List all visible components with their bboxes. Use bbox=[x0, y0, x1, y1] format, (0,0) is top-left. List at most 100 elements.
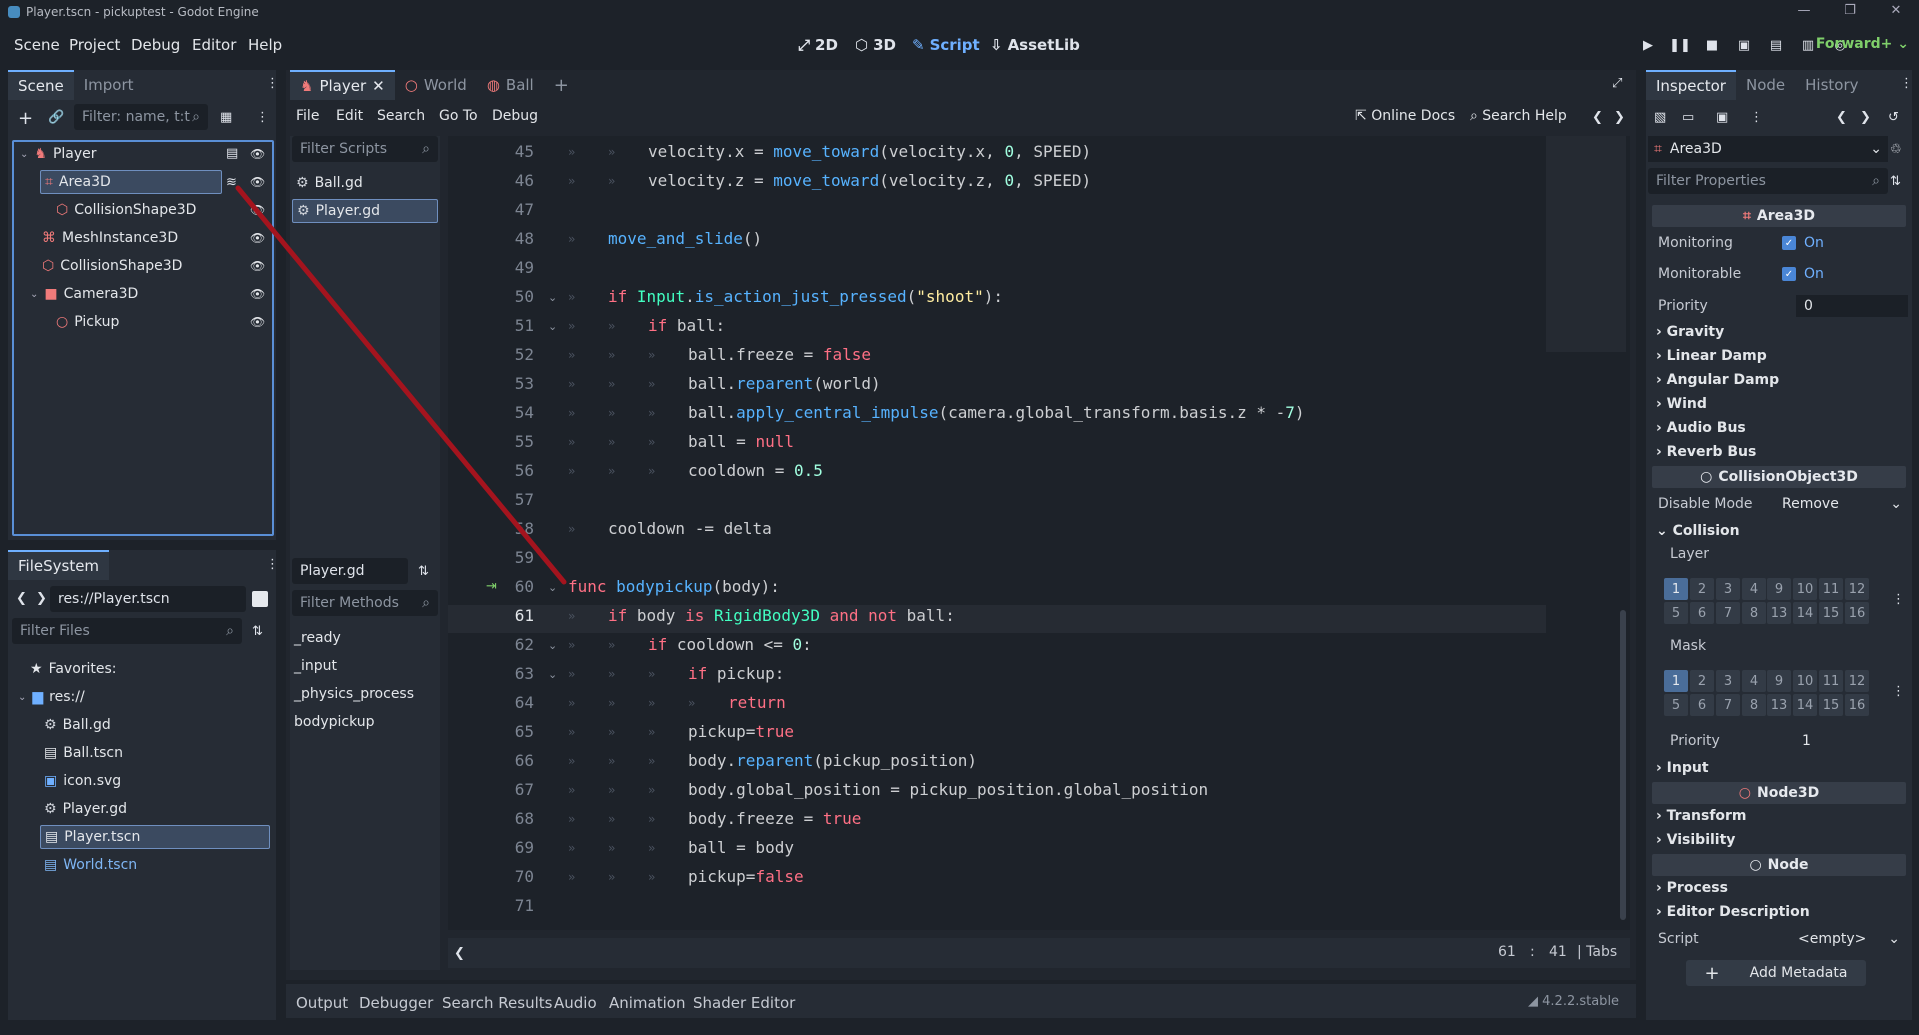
tab-shader-editor[interactable]: Shader Editor bbox=[693, 994, 795, 1012]
mask-options-icon[interactable]: ⋮ bbox=[1892, 684, 1905, 699]
collision-mask-grid-b[interactable]: 9 10 11 12 13 14 15 16 bbox=[1767, 670, 1869, 716]
collision-priority-value[interactable]: 1 bbox=[1802, 733, 1811, 749]
layer-bit-cell[interactable]: 9 bbox=[1767, 578, 1791, 600]
layer-bit-cell[interactable]: 10 bbox=[1793, 578, 1817, 600]
script-resource-picker[interactable]: <empty> ⌄ bbox=[1798, 931, 1908, 947]
tab-history[interactable]: History bbox=[1795, 70, 1868, 100]
new-resource-icon[interactable]: ▧ bbox=[1654, 110, 1666, 125]
tab-debugger[interactable]: Debugger bbox=[359, 994, 433, 1012]
section-reverb-bus[interactable]: › Reverb Bus bbox=[1656, 444, 1756, 460]
collision-object-icon: ○ bbox=[1700, 469, 1713, 485]
area3d-icon: ⌗ bbox=[1654, 141, 1662, 157]
layer-options-icon[interactable]: ⋮ bbox=[1892, 592, 1905, 607]
section-input[interactable]: › Input bbox=[1656, 760, 1709, 776]
monitorable-checkbox[interactable]: ✓ bbox=[1782, 267, 1796, 281]
layer-bit-cell[interactable]: 2 bbox=[1690, 670, 1714, 692]
class-header-area3d: ⌗ Area3D bbox=[1652, 205, 1906, 227]
object-history-icon[interactable]: ↺ bbox=[1888, 110, 1899, 125]
layer-bit-cell[interactable]: 6 bbox=[1690, 602, 1714, 624]
property-disable-mode: Disable Mode Remove ⌄ bbox=[1658, 491, 1908, 517]
add-metadata-button[interactable]: + Add Metadata bbox=[1686, 960, 1866, 986]
node-icon: ○ bbox=[1749, 857, 1762, 873]
section-collision[interactable]: ⌄ Collision bbox=[1656, 523, 1740, 539]
layer-bit-cell[interactable]: 5 bbox=[1664, 694, 1688, 716]
property-monitoring: Monitoring ✓ On bbox=[1658, 235, 1824, 251]
monitoring-checkbox[interactable]: ✓ bbox=[1782, 236, 1796, 250]
priority-spinbox[interactable]: 0 bbox=[1796, 295, 1908, 317]
history-forward-icon[interactable]: ❯ bbox=[1860, 110, 1871, 125]
layer-bit-cell[interactable]: 7 bbox=[1716, 602, 1740, 624]
tab-node[interactable]: Node bbox=[1736, 70, 1795, 100]
editor-version: ◢ 4.2.2.stable bbox=[1528, 994, 1620, 1009]
inspector-tabs: Inspector Node History bbox=[1646, 70, 1869, 100]
tab-search-results[interactable]: Search Results bbox=[442, 994, 552, 1012]
history-back-icon[interactable]: ❮ bbox=[1836, 110, 1847, 125]
object-properties-icon[interactable]: ♲ bbox=[1890, 142, 1902, 157]
property-script: Script <empty> ⌄ bbox=[1658, 926, 1908, 952]
search-icon: ⌕ bbox=[1872, 173, 1880, 189]
layer-bit-cell[interactable]: 4 bbox=[1742, 578, 1766, 600]
layer-bit-cell[interactable]: 9 bbox=[1767, 670, 1791, 692]
collision-mask-grid-a[interactable]: 1234 5678 bbox=[1664, 670, 1766, 716]
inspector-filter-options-icon[interactable]: ⇅ bbox=[1890, 174, 1901, 189]
chevron-down-icon: ⌄ bbox=[1890, 496, 1902, 512]
tab-audio[interactable]: Audio bbox=[554, 994, 597, 1012]
tab-output[interactable]: Output bbox=[296, 994, 348, 1012]
layer-bit-cell[interactable]: 11 bbox=[1819, 670, 1843, 692]
section-editor-description[interactable]: › Editor Description bbox=[1656, 904, 1810, 920]
layer-bit-cell[interactable]: 13 bbox=[1767, 602, 1791, 624]
layer-bit-cell[interactable]: 1 bbox=[1664, 670, 1688, 692]
layer-bit-cell[interactable]: 13 bbox=[1767, 694, 1791, 716]
mask-label: Mask bbox=[1670, 638, 1707, 654]
layer-bit-cell[interactable]: 16 bbox=[1845, 694, 1869, 716]
section-linear-damp[interactable]: › Linear Damp bbox=[1656, 348, 1767, 364]
section-transform[interactable]: › Transform bbox=[1656, 808, 1747, 824]
disable-mode-select[interactable]: Remove ⌄ bbox=[1782, 496, 1908, 512]
layer-bit-cell[interactable]: 1 bbox=[1664, 578, 1688, 600]
layer-bit-cell[interactable]: 6 bbox=[1690, 694, 1714, 716]
class-header-collisionobject3d: ○ CollisionObject3D bbox=[1652, 466, 1906, 488]
layer-bit-cell[interactable]: 7 bbox=[1716, 694, 1740, 716]
section-angular-damp[interactable]: › Angular Damp bbox=[1656, 372, 1779, 388]
layer-bit-cell[interactable]: 14 bbox=[1793, 694, 1817, 716]
tab-animation[interactable]: Animation bbox=[609, 994, 685, 1012]
section-gravity[interactable]: › Gravity bbox=[1656, 324, 1724, 340]
collision-layer-grid-b[interactable]: 9 10 11 12 13 14 15 16 bbox=[1767, 578, 1869, 624]
godot-version-icon: ◢ bbox=[1528, 994, 1543, 1009]
collision-layer-grid-a[interactable]: 1234 5678 bbox=[1664, 578, 1766, 624]
layer-bit-cell[interactable]: 12 bbox=[1845, 670, 1869, 692]
area3d-icon: ⌗ bbox=[1743, 208, 1751, 224]
layer-bit-cell[interactable]: 8 bbox=[1742, 694, 1766, 716]
chevron-down-icon: ⌄ bbox=[1870, 141, 1882, 157]
class-header-node: ○ Node bbox=[1652, 854, 1906, 876]
section-wind[interactable]: › Wind bbox=[1656, 396, 1707, 412]
inspected-object-select[interactable]: ⌗ Area3D ⌄ bbox=[1648, 136, 1888, 162]
layer-bit-cell[interactable]: 4 bbox=[1742, 670, 1766, 692]
layer-bit-cell[interactable]: 12 bbox=[1845, 578, 1869, 600]
open-folder-icon[interactable]: ▭ bbox=[1682, 110, 1694, 125]
layer-bit-cell[interactable]: 16 bbox=[1845, 602, 1869, 624]
chevron-down-icon: ⌄ bbox=[1888, 931, 1900, 947]
layer-bit-cell[interactable]: 14 bbox=[1793, 602, 1817, 624]
node3d-icon: ○ bbox=[1738, 785, 1751, 801]
layer-bit-cell[interactable]: 3 bbox=[1716, 670, 1740, 692]
save-icon[interactable]: ▣ bbox=[1716, 110, 1728, 125]
section-process[interactable]: › Process bbox=[1656, 880, 1728, 896]
inspector-menu-icon[interactable]: ⋮ bbox=[1900, 76, 1913, 91]
layer-bit-cell[interactable]: 11 bbox=[1819, 578, 1843, 600]
layer-bit-cell[interactable]: 10 bbox=[1793, 670, 1817, 692]
plus-icon: + bbox=[1704, 962, 1720, 984]
property-priority: Priority 0 bbox=[1658, 293, 1908, 319]
layer-bit-cell[interactable]: 2 bbox=[1690, 578, 1714, 600]
layer-bit-cell[interactable]: 8 bbox=[1742, 602, 1766, 624]
layer-bit-cell[interactable]: 15 bbox=[1819, 694, 1843, 716]
layer-bit-cell[interactable]: 15 bbox=[1819, 602, 1843, 624]
layer-bit-cell[interactable]: 5 bbox=[1664, 602, 1688, 624]
section-visibility[interactable]: › Visibility bbox=[1656, 832, 1735, 848]
filter-properties-input[interactable]: Filter Properties ⌕ bbox=[1648, 168, 1888, 194]
tab-inspector[interactable]: Inspector bbox=[1646, 70, 1736, 100]
layer-bit-cell[interactable]: 3 bbox=[1716, 578, 1740, 600]
section-audio-bus[interactable]: › Audio Bus bbox=[1656, 420, 1746, 436]
layer-label: Layer bbox=[1670, 546, 1710, 562]
inspector-options-icon[interactable]: ⋮ bbox=[1750, 110, 1763, 125]
